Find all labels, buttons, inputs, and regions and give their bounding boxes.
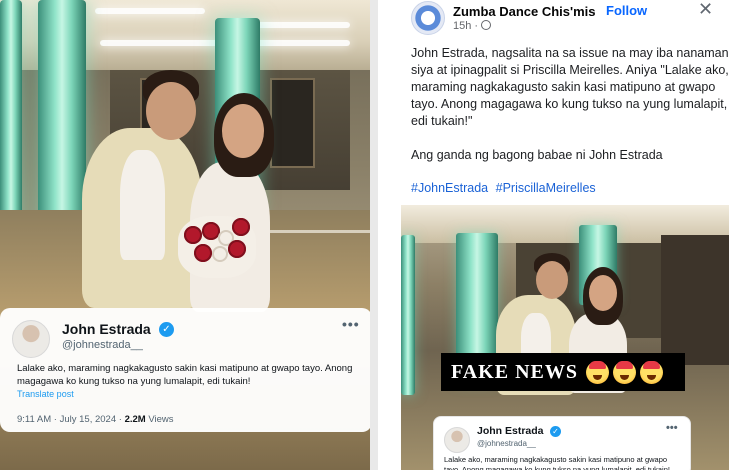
more-options-icon: •••: [666, 422, 678, 434]
photo-dark-wall: [661, 235, 729, 365]
photo-woman-face: [589, 275, 617, 311]
tweet-text: Lalake ako, maraming nagkakagusto sakin …: [17, 363, 353, 387]
post-paragraph: John Estrada, nagsalita na sa issue na m…: [411, 46, 729, 128]
post-hashtags: #JohnEstrada #PriscillaMeirelles: [411, 181, 600, 195]
avatar[interactable]: [12, 320, 50, 358]
post-time-text[interactable]: 15h ·: [453, 20, 478, 32]
verified-badge-icon: ✓: [550, 426, 561, 437]
photo-rose: [212, 246, 228, 262]
tweet-author-name[interactable]: John Estrada: [62, 321, 151, 337]
photo-man-face: [146, 82, 196, 140]
header-separator: ·: [592, 4, 597, 19]
ceiling-light: [95, 8, 205, 14]
panel-divider: [370, 0, 378, 470]
translate-post-link[interactable]: Translate post: [17, 389, 74, 399]
photo-man-tshirt: [120, 150, 165, 260]
globe-icon: [481, 20, 492, 30]
hashtag-link[interactable]: #PriscillaMeirelles: [496, 181, 596, 195]
tweet-views-count: 2.2M: [124, 414, 146, 425]
photo-rose: [232, 218, 250, 236]
tweet-author-handle[interactable]: @johnestrada__: [62, 339, 143, 351]
avatar: [444, 427, 470, 453]
embedded-tweet-card: John Estrada ✓ @johnestrada__ ••• Lalake…: [433, 416, 691, 470]
photo-woman-face: [222, 104, 264, 158]
tweet-author-name: John Estrada: [477, 425, 544, 437]
photo-pillar: [401, 235, 415, 395]
tweet-card[interactable]: John Estrada ✓ @johnestrada__ ••• Lalake…: [0, 308, 370, 432]
angry-face-emoji: [639, 360, 663, 384]
photo-window: [270, 78, 315, 168]
more-options-icon[interactable]: •••: [342, 316, 360, 332]
photo-rose: [228, 240, 246, 258]
tweet-meta: 9:11 AM · July 15, 2024 · 2.2M Views: [17, 414, 174, 425]
fake-news-banner: FAKE NEWS: [441, 353, 685, 391]
photo-rose: [194, 244, 212, 262]
angry-face-emoji: [585, 360, 609, 384]
photo-rose: [184, 226, 202, 244]
fake-news-text: FAKE NEWS: [451, 360, 578, 383]
angry-face-emoji: [612, 360, 636, 384]
page-avatar[interactable]: [411, 1, 445, 35]
facebook-post: Zumba Dance Chis'mis · Follow ✕ 15h · Jo…: [378, 0, 750, 470]
post-time[interactable]: 15h ·: [453, 20, 492, 32]
left-photo-panel: John Estrada ✓ @johnestrada__ ••• Lalake…: [0, 0, 370, 470]
tweet-date[interactable]: July 15, 2024: [60, 414, 117, 425]
tweet-time[interactable]: 9:11 AM: [17, 414, 51, 425]
tweet-text: Lalake ako, maraming nagkakagusto sakin …: [444, 455, 670, 470]
tweet-views-label: Views: [148, 414, 174, 425]
verified-badge-icon: ✓: [159, 322, 174, 337]
post-photo[interactable]: FAKE NEWS John Estrada ✓ @johnestrada__ …: [401, 205, 729, 470]
photo-man-face: [536, 261, 568, 299]
close-icon[interactable]: ✕: [698, 0, 713, 20]
hashtag-link[interactable]: #JohnEstrada: [411, 181, 488, 195]
page-name[interactable]: Zumba Dance Chis'mis: [453, 4, 596, 19]
post-paragraph: Ang ganda ng bagong babae ni John Estrad…: [411, 148, 663, 162]
tweet-author-handle: @johnestrada__: [477, 439, 536, 448]
follow-button[interactable]: Follow: [606, 3, 647, 18]
post-body: John Estrada, nagsalita na sa issue na m…: [411, 45, 729, 181]
